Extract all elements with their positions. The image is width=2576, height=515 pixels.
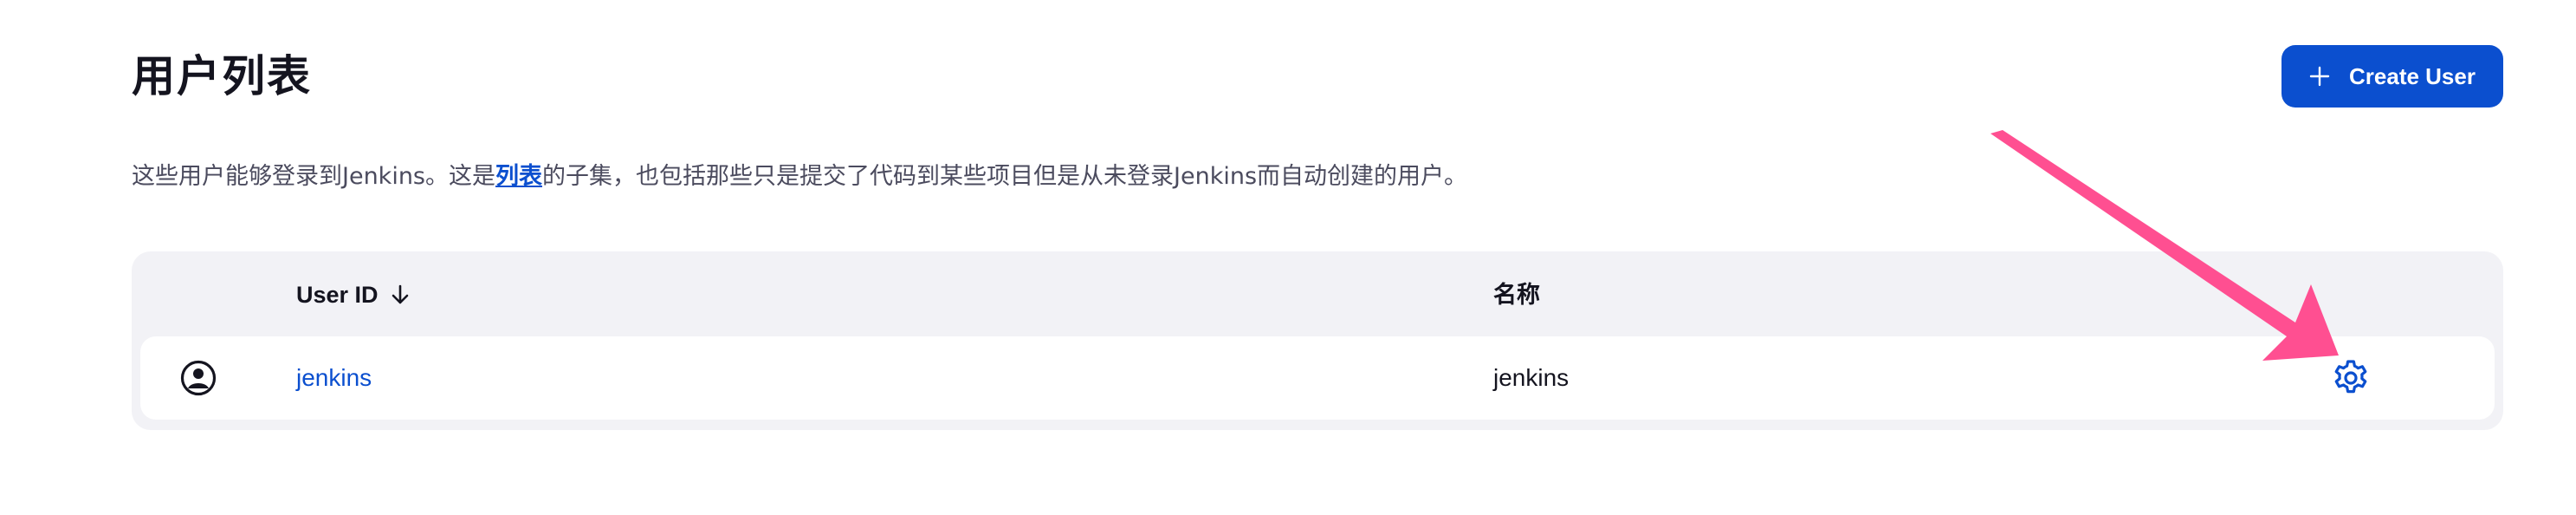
description-text-after: 的子集，也包括那些只是提交了代码到某些项目但是从未登录Jenkins而自动创建的… [542, 163, 1468, 190]
user-id-link[interactable]: jenkins [296, 361, 372, 395]
column-header-name-label: 名称 [1493, 282, 1540, 308]
users-table: User ID 名称 jenkins jenkins [132, 251, 2503, 430]
create-user-label: Create User [2349, 62, 2476, 89]
description-text-before: 这些用户能够登录到Jenkins。这是 [132, 163, 496, 190]
page: 用户列表 Create User 这些用户能够登录到Jenkins。这是列表的子… [0, 0, 2576, 515]
column-header-name[interactable]: 名称 [1493, 277, 1540, 312]
table-row: jenkins jenkins [140, 336, 2495, 420]
user-circle-icon [180, 360, 217, 396]
user-name-cell: jenkins [1493, 364, 1570, 391]
page-title: 用户列表 [132, 51, 312, 101]
people-list-link[interactable]: 列表 [495, 163, 542, 190]
page-description: 这些用户能够登录到Jenkins。这是列表的子集，也包括那些只是提交了代码到某些… [132, 160, 1467, 194]
plus-icon [2309, 66, 2330, 87]
column-header-user-id-label: User ID [296, 282, 379, 308]
column-header-user-id[interactable]: User ID [296, 277, 410, 312]
arrow-down-icon [392, 284, 408, 304]
gear-icon[interactable] [2330, 357, 2372, 399]
create-user-button[interactable]: Create User [2282, 45, 2503, 108]
